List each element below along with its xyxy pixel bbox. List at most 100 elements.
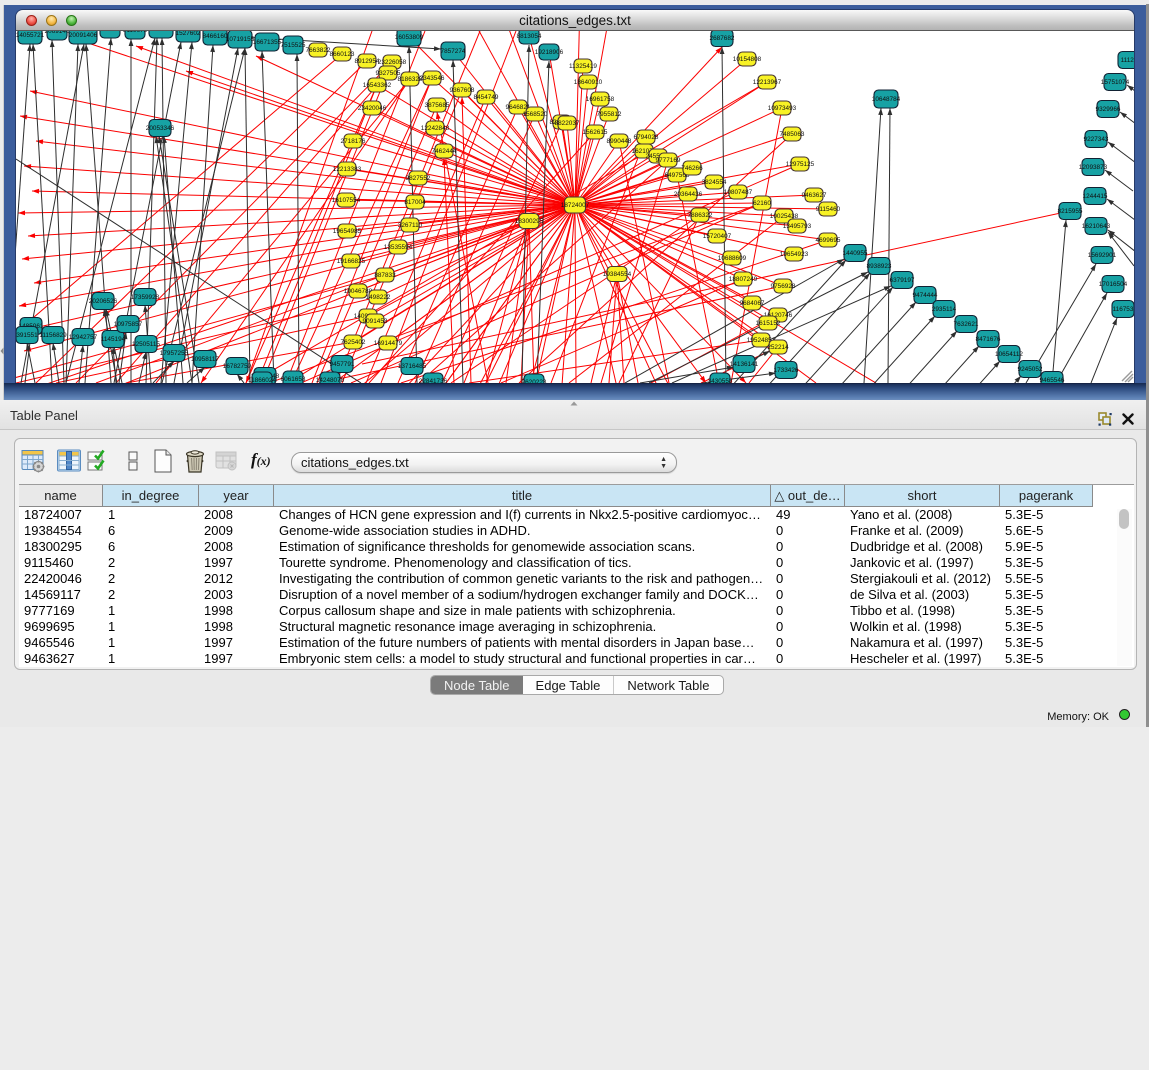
svg-text:19384554: 19384554: [603, 271, 632, 278]
svg-text:62160: 62160: [753, 200, 771, 207]
svg-text:19654985: 19654985: [333, 228, 362, 235]
svg-text:2343546: 2343546: [420, 75, 445, 82]
svg-text:1527602: 1527602: [176, 31, 201, 37]
svg-text:1562615: 1562615: [583, 129, 608, 136]
svg-text:9457791: 9457791: [330, 361, 355, 368]
svg-text:9091453: 9091453: [363, 318, 388, 325]
svg-text:2718176: 2718176: [341, 138, 366, 145]
svg-text:7515525: 7515525: [281, 42, 306, 49]
svg-text:1568520: 1568520: [523, 111, 548, 118]
svg-text:1440955: 1440955: [843, 250, 868, 257]
svg-text:2687682: 2687682: [710, 35, 735, 42]
svg-text:10154808: 10154808: [733, 56, 762, 63]
svg-text:12242848: 12242848: [421, 125, 450, 132]
svg-text:15692901: 15692901: [1088, 252, 1117, 259]
svg-text:8466160: 8466160: [203, 33, 228, 40]
svg-text:1065326: 1065326: [98, 31, 123, 33]
svg-text:9827552: 9827552: [406, 175, 431, 182]
svg-text:7886322: 7886322: [688, 212, 713, 219]
svg-text:9465546: 9465546: [1040, 377, 1065, 383]
svg-text:16107554: 16107554: [332, 197, 361, 204]
svg-text:20053346: 20053346: [146, 125, 175, 132]
svg-text:1145194: 1145194: [101, 336, 126, 343]
svg-text:12505115: 12505115: [132, 341, 160, 348]
svg-text:20091406: 20091406: [69, 32, 98, 39]
svg-text:12213967: 12213967: [753, 79, 782, 86]
svg-text:4699695: 4699695: [816, 237, 841, 244]
svg-text:3875685: 3875685: [425, 102, 450, 109]
svg-text:11325419: 11325419: [569, 63, 597, 70]
svg-text:1615152: 1615152: [756, 320, 781, 327]
svg-text:10653267: 10653267: [147, 31, 176, 33]
svg-text:19654923: 19654923: [780, 251, 809, 258]
svg-text:12213383: 12213383: [333, 166, 362, 173]
svg-text:11156829: 11156829: [39, 332, 67, 339]
svg-text:16914479: 16914479: [374, 340, 403, 347]
svg-text:14248078: 14248078: [316, 377, 345, 383]
svg-text:8215955: 8215955: [1058, 208, 1083, 215]
svg-text:13535594: 13535594: [384, 244, 413, 251]
svg-text:252214: 252214: [767, 344, 789, 351]
svg-text:12975125: 12975125: [786, 161, 815, 168]
svg-text:7632621: 7632621: [954, 321, 979, 328]
svg-text:18807249: 18807249: [729, 276, 758, 283]
svg-text:16782759: 16782759: [223, 363, 252, 370]
svg-text:9367608: 9367608: [450, 87, 475, 94]
svg-text:1244415: 1244415: [1083, 193, 1108, 200]
svg-text:9119673: 9119673: [123, 31, 148, 34]
svg-text:3267110: 3267110: [398, 222, 423, 229]
svg-text:7462444: 7462444: [432, 148, 457, 155]
svg-text:16543362: 16543362: [363, 82, 392, 89]
svg-text:14055721: 14055721: [16, 32, 45, 39]
svg-text:8471676: 8471676: [976, 336, 1001, 343]
svg-text:10719155: 10719155: [226, 36, 255, 43]
svg-text:14136141: 14136141: [730, 361, 759, 368]
svg-text:116753: 116753: [1113, 306, 1134, 313]
svg-text:7625402: 7625402: [341, 339, 366, 346]
svg-text:1733426: 1733426: [774, 367, 799, 374]
svg-text:19218906: 19218906: [535, 49, 564, 56]
svg-text:9474444: 9474444: [913, 292, 938, 299]
svg-text:10807487: 10807487: [724, 189, 753, 196]
svg-text:3824554: 3824554: [702, 179, 727, 186]
svg-text:8990448: 8990448: [607, 138, 632, 145]
svg-text:18724007: 18724007: [561, 202, 590, 209]
svg-text:13495793: 13495793: [783, 223, 812, 230]
svg-text:20206526: 20206526: [89, 298, 118, 305]
svg-text:887833: 887833: [374, 272, 396, 279]
svg-text:2069146: 2069146: [45, 31, 70, 35]
svg-text:817004: 817004: [404, 199, 426, 206]
svg-text:9756928: 9756928: [771, 283, 796, 290]
svg-text:16961758: 16961758: [586, 96, 615, 103]
svg-text:8454749: 8454749: [474, 94, 499, 101]
svg-text:12093873: 12093873: [1079, 164, 1108, 171]
svg-text:9463627: 9463627: [802, 192, 827, 199]
svg-text:17016504: 17016504: [1099, 281, 1128, 288]
svg-text:7857274: 7857274: [441, 48, 466, 55]
svg-text:23420046: 23420046: [358, 105, 387, 112]
svg-text:8912954: 8912954: [355, 58, 380, 65]
svg-text:15751074: 15751074: [1101, 79, 1130, 86]
svg-text:11866024: 11866024: [248, 377, 276, 383]
svg-text:8660123: 8660123: [330, 51, 355, 58]
svg-text:16053809: 16053809: [395, 34, 424, 41]
svg-text:10958117: 10958117: [191, 356, 219, 363]
svg-text:7663822: 7663822: [306, 47, 331, 54]
svg-text:2620223: 2620223: [522, 379, 547, 383]
svg-text:10973493: 10973493: [768, 105, 797, 112]
svg-text:10654112: 10654112: [995, 351, 1023, 358]
svg-text:17359928: 17359928: [131, 294, 160, 301]
svg-text:8822037: 8822037: [555, 120, 580, 127]
svg-text:8938923: 8938923: [867, 263, 892, 270]
svg-text:11125: 11125: [1121, 57, 1134, 64]
svg-text:3430558: 3430558: [708, 378, 733, 383]
svg-text:17957255: 17957255: [160, 350, 189, 357]
svg-text:9777169: 9777169: [656, 157, 681, 164]
svg-text:9245052: 9245052: [1018, 366, 1043, 373]
svg-text:1498222: 1498222: [366, 294, 391, 301]
svg-text:746266: 746266: [681, 165, 703, 172]
svg-text:23226058: 23226058: [378, 59, 407, 66]
svg-text:16671355: 16671355: [253, 39, 282, 46]
svg-text:2935114: 2935114: [932, 306, 957, 313]
svg-text:18300295: 18300295: [515, 218, 544, 225]
